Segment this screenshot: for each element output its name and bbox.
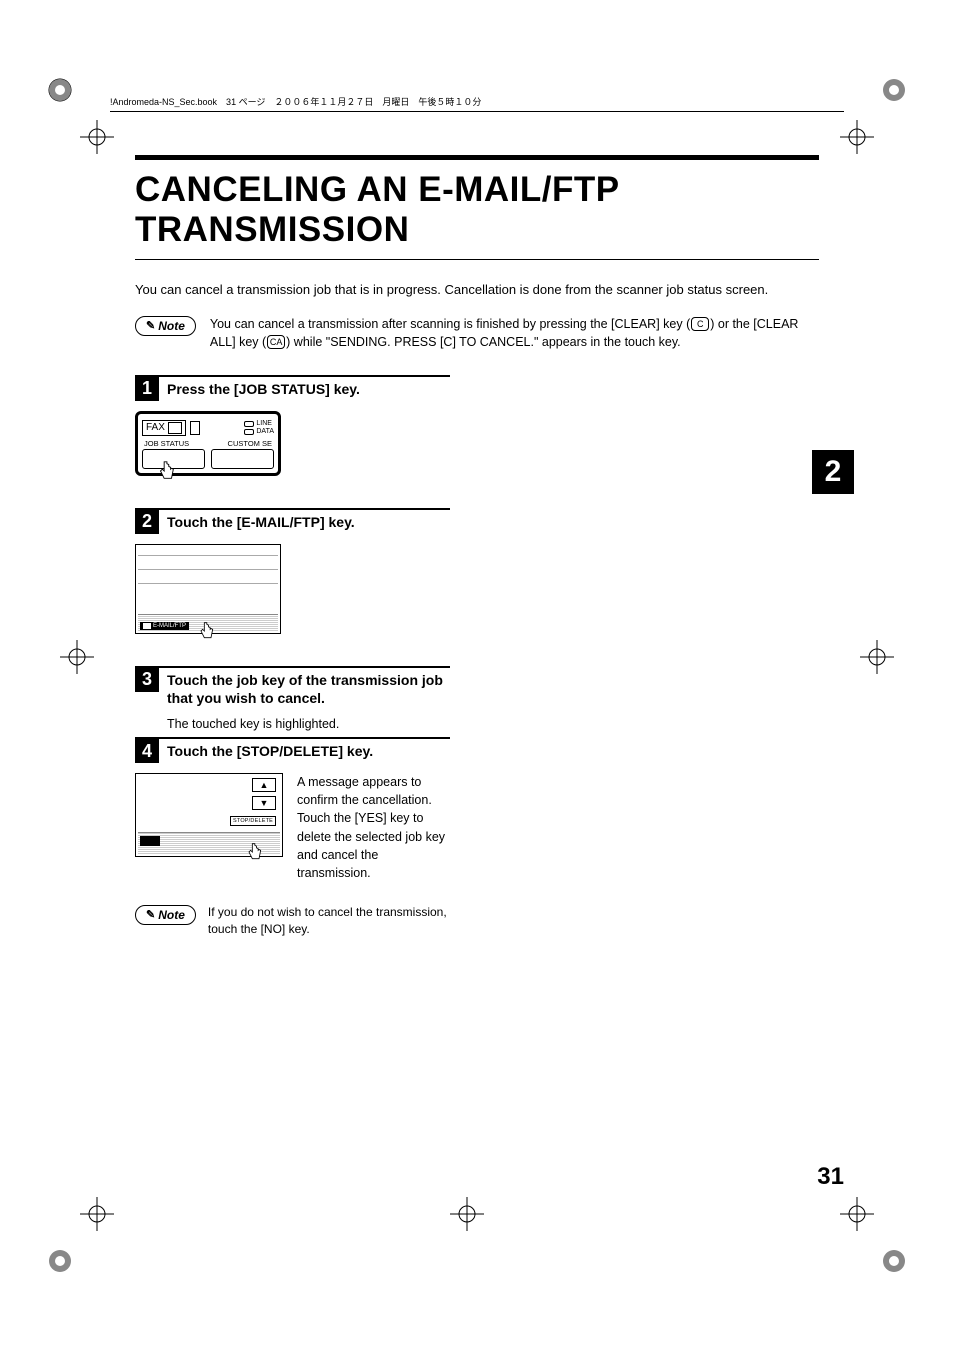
registration-mark — [840, 1197, 874, 1231]
clear-key-icon: C — [691, 317, 709, 331]
note-label: Note — [158, 908, 185, 922]
step-badge-3: 3 — [135, 668, 159, 692]
down-arrow-button: ▼ — [252, 796, 276, 810]
step-4-body: A message appears to confirm the cancell… — [297, 773, 450, 882]
note-badge: ✎ Note — [135, 316, 196, 336]
registration-mark — [450, 1197, 484, 1231]
registration-mark — [60, 640, 94, 674]
crop-mark-tl — [40, 70, 80, 110]
custom-settings-label: CUSTOM SE — [228, 439, 272, 448]
fax-label-box: FAX — [142, 420, 186, 436]
intro-text: You can cancel a transmission job that i… — [135, 282, 819, 297]
email-ftp-tab: E-MAIL/FTP — [140, 622, 189, 630]
note-text-2: If you do not wish to cancel the transmi… — [208, 904, 450, 939]
note-text: You can cancel a transmission after scan… — [210, 315, 819, 351]
job-status-button — [142, 449, 205, 469]
step-3-body: The touched key is highlighted. — [167, 717, 450, 731]
illustration-control-panel: FAX LINE DATA JOB STATUS CUSTOM SE — [135, 411, 281, 476]
email-icon — [143, 623, 151, 629]
step-1-title: Press the [JOB STATUS] key. — [167, 377, 360, 398]
section-tab-number: 2 — [812, 450, 854, 494]
step-3-heading: 3 Touch the job key of the transmission … — [135, 666, 450, 707]
pencil-icon: ✎ — [146, 908, 155, 921]
tab-indicator — [140, 836, 160, 846]
illustration-stop-delete: ▲ ▼ STOP/DELETE — [135, 773, 283, 857]
registration-mark — [80, 1197, 114, 1231]
job-status-label: JOB STATUS — [144, 439, 189, 448]
led-icon — [244, 429, 254, 435]
registration-mark — [840, 120, 874, 154]
pointer-hand-icon — [196, 621, 216, 641]
stop-delete-button: STOP/DELETE — [230, 816, 276, 826]
illustration-touchscreen: E-MAIL/FTP — [135, 544, 281, 634]
up-arrow-button: ▲ — [252, 778, 276, 792]
note-badge: ✎ Note — [135, 905, 196, 925]
clear-all-key-icon: CA — [267, 335, 285, 349]
pointer-hand-icon — [155, 460, 177, 482]
pencil-icon: ✎ — [146, 319, 155, 332]
fax-icon — [168, 422, 182, 434]
page-title: CANCELING AN E-MAIL/FTP TRANSMISSION — [135, 170, 819, 251]
page-number: 31 — [817, 1163, 844, 1191]
step-badge-2: 2 — [135, 510, 159, 534]
registration-mark — [80, 120, 114, 154]
registration-mark — [860, 640, 894, 674]
crop-mark-bl — [40, 1241, 80, 1281]
step-1-heading: 1 Press the [JOB STATUS] key. — [135, 375, 450, 401]
step-badge-1: 1 — [135, 377, 159, 401]
note-label: Note — [158, 319, 185, 333]
step-2-title: Touch the [E-MAIL/FTP] key. — [167, 510, 355, 531]
crop-mark-br — [874, 1241, 914, 1281]
led-icon — [244, 421, 254, 427]
page-header-meta: !Andromeda-NS_Sec.book 31 ページ ２００６年１１月２７… — [110, 95, 844, 112]
note-callout-2: ✎ Note If you do not wish to cancel the … — [135, 904, 450, 939]
custom-settings-button — [211, 449, 274, 469]
step-4-title: Touch the [STOP/DELETE] key. — [167, 739, 373, 760]
pointer-hand-icon — [244, 842, 264, 862]
panel-slot — [190, 421, 200, 435]
step-badge-4: 4 — [135, 739, 159, 763]
step-2-heading: 2 Touch the [E-MAIL/FTP] key. — [135, 508, 450, 534]
crop-mark-tr — [874, 70, 914, 110]
step-4-heading: 4 Touch the [STOP/DELETE] key. — [135, 737, 450, 763]
note-callout: ✎ Note You can cancel a transmission aft… — [135, 315, 819, 351]
step-3-title: Touch the job key of the transmission jo… — [167, 668, 450, 707]
